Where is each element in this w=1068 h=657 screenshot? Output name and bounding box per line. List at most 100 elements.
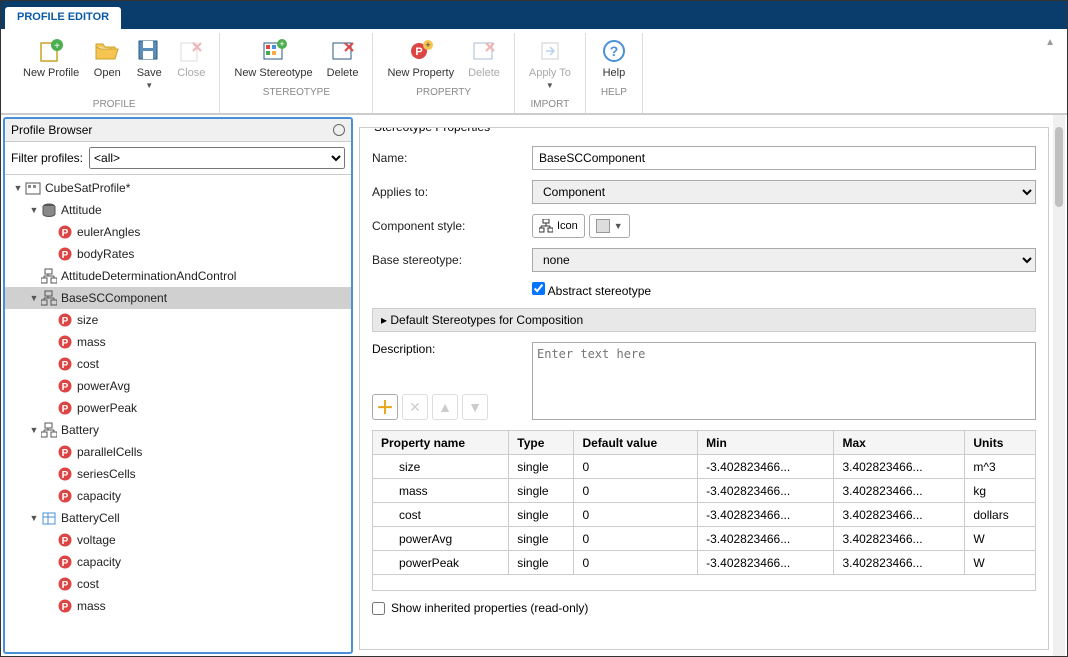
expand-toggle[interactable]: ▼ — [27, 293, 41, 303]
tree-label: voltage — [77, 533, 116, 547]
save-icon — [135, 37, 163, 65]
tree-item[interactable]: PeulerAngles — [5, 221, 351, 243]
icon-style-button[interactable]: Icon — [532, 214, 585, 238]
p-icon: P — [57, 554, 73, 570]
table-row[interactable]: powerPeaksingle0-3.402823466...3.4028234… — [373, 551, 1036, 575]
inherited-checkbox[interactable] — [372, 602, 385, 615]
tree-item[interactable]: Pcapacity — [5, 485, 351, 507]
applies-select[interactable]: Component — [532, 180, 1036, 204]
p-icon: P — [57, 532, 73, 548]
tree-item[interactable]: Pcost — [5, 353, 351, 375]
tree-item[interactable]: Pcapacity — [5, 551, 351, 573]
tree-label: seriesCells — [77, 467, 136, 481]
svg-text:P: P — [62, 404, 69, 415]
tree-item[interactable]: AttitudeDeterminationAndControl — [5, 265, 351, 287]
delete-icon — [470, 37, 498, 65]
style-label: Component style: — [372, 219, 532, 233]
tree-item[interactable]: Pcost — [5, 573, 351, 595]
new-property-button[interactable]: P+New Property — [381, 33, 460, 83]
new-stereotype-button[interactable]: +New Stereotype — [228, 33, 318, 83]
group-label: HELP — [601, 87, 627, 98]
svg-text:P: P — [62, 250, 69, 261]
column-header[interactable]: Type — [509, 431, 574, 455]
tree-item[interactable]: Psize — [5, 309, 351, 331]
tree-label: capacity — [77, 489, 121, 503]
tree-item[interactable]: PparallelCells — [5, 441, 351, 463]
default-stereotypes-header[interactable]: ▸ Default Stereotypes for Composition — [372, 308, 1036, 332]
help-button[interactable]: ?Help — [594, 33, 634, 83]
column-header[interactable]: Units — [965, 431, 1036, 455]
table-row[interactable]: costsingle0-3.402823466...3.402823466...… — [373, 503, 1036, 527]
tree-item[interactable]: PpowerPeak — [5, 397, 351, 419]
help-icon: ? — [600, 37, 628, 65]
minimize-ribbon-icon[interactable]: ▲ — [1041, 33, 1059, 113]
new-profile-icon: + — [37, 37, 65, 65]
expand-toggle[interactable]: ▼ — [27, 205, 41, 215]
color-style-button[interactable]: ▼ — [589, 214, 630, 238]
properties-table[interactable]: Property nameTypeDefault valueMinMaxUnit… — [372, 430, 1036, 575]
move-up-button: ▲ — [432, 394, 458, 420]
svg-text:P: P — [62, 558, 69, 569]
tree-item[interactable]: PpowerAvg — [5, 375, 351, 397]
tree-item[interactable]: ▼BaseSCComponent — [5, 287, 351, 309]
column-header[interactable]: Min — [698, 431, 834, 455]
tree-item[interactable]: ▼ Battery — [5, 419, 351, 441]
profile-browser-panel: Profile Browser Filter profiles: <all> ▼… — [3, 117, 353, 654]
delete-st-button[interactable]: Delete — [321, 33, 365, 83]
p-icon: P — [57, 224, 73, 240]
tree-label: capacity — [77, 555, 121, 569]
tree-item[interactable]: ▼CubeSatProfile* — [5, 177, 351, 199]
tree-item[interactable]: ▼Attitude — [5, 199, 351, 221]
table-row[interactable]: sizesingle0-3.402823466...3.402823466...… — [373, 455, 1036, 479]
open-button[interactable]: Open — [87, 33, 127, 95]
new-property-icon: P+ — [407, 37, 435, 65]
tree-item[interactable]: PseriesCells — [5, 463, 351, 485]
apply-icon — [536, 37, 564, 65]
save-button[interactable]: Save▼ — [129, 33, 169, 95]
tree-label: parallelCells — [77, 445, 142, 459]
tree-label: Battery — [61, 423, 99, 437]
scrollbar[interactable] — [1053, 115, 1065, 656]
tree-item[interactable]: ▼ BatteryCell — [5, 507, 351, 529]
column-header[interactable]: Default value — [574, 431, 698, 455]
base-select[interactable]: none — [532, 248, 1036, 272]
panel-gear-icon[interactable] — [333, 124, 345, 136]
group-label: IMPORT — [531, 99, 570, 110]
svg-text:P: P — [62, 316, 69, 327]
table-row[interactable]: powerAvgsingle0-3.402823466...3.40282346… — [373, 527, 1036, 551]
column-header[interactable]: Max — [834, 431, 965, 455]
expand-toggle[interactable]: ▼ — [27, 513, 41, 523]
name-input[interactable] — [532, 146, 1036, 170]
column-header[interactable]: Property name — [373, 431, 509, 455]
filter-row: Filter profiles: <all> — [5, 142, 351, 175]
svg-text:P: P — [62, 360, 69, 371]
tree-item[interactable]: Pmass — [5, 331, 351, 353]
tree-label: eulerAngles — [77, 225, 140, 239]
svg-text:P: P — [62, 382, 69, 393]
abstract-checkbox[interactable] — [532, 282, 545, 295]
tree-item[interactable]: PbodyRates — [5, 243, 351, 265]
tree-item[interactable]: Pvoltage — [5, 529, 351, 551]
desc-textarea[interactable] — [532, 342, 1036, 420]
tree-item[interactable]: Pmass — [5, 595, 351, 617]
p-icon: P — [57, 378, 73, 394]
tree-label: powerPeak — [77, 401, 137, 415]
panel-header: Profile Browser — [5, 119, 351, 142]
expand-toggle[interactable]: ▼ — [27, 425, 41, 435]
move-down-button: ▼ — [462, 394, 488, 420]
ribbon: +New ProfileOpenSave▼ClosePROFILE+New St… — [1, 29, 1067, 114]
group-label: PROFILE — [93, 99, 136, 110]
p-icon: P — [57, 598, 73, 614]
abstract-checkbox-label[interactable]: Abstract stereotype — [532, 284, 651, 298]
profile-tree[interactable]: ▼CubeSatProfile*▼AttitudePeulerAnglesPbo… — [5, 175, 351, 652]
new-profile-button[interactable]: +New Profile — [17, 33, 85, 95]
editor-tab[interactable]: PROFILE EDITOR — [5, 7, 121, 29]
table-row[interactable]: masssingle0-3.402823466...3.402823466...… — [373, 479, 1036, 503]
filter-select[interactable]: <all> — [89, 147, 345, 169]
p-icon: P — [57, 312, 73, 328]
tree-label: BatteryCell — [61, 511, 120, 525]
add-property-button[interactable]: ＋ — [372, 394, 398, 420]
st-icon — [41, 290, 57, 306]
tree-label: powerAvg — [77, 379, 130, 393]
expand-toggle[interactable]: ▼ — [11, 183, 25, 193]
